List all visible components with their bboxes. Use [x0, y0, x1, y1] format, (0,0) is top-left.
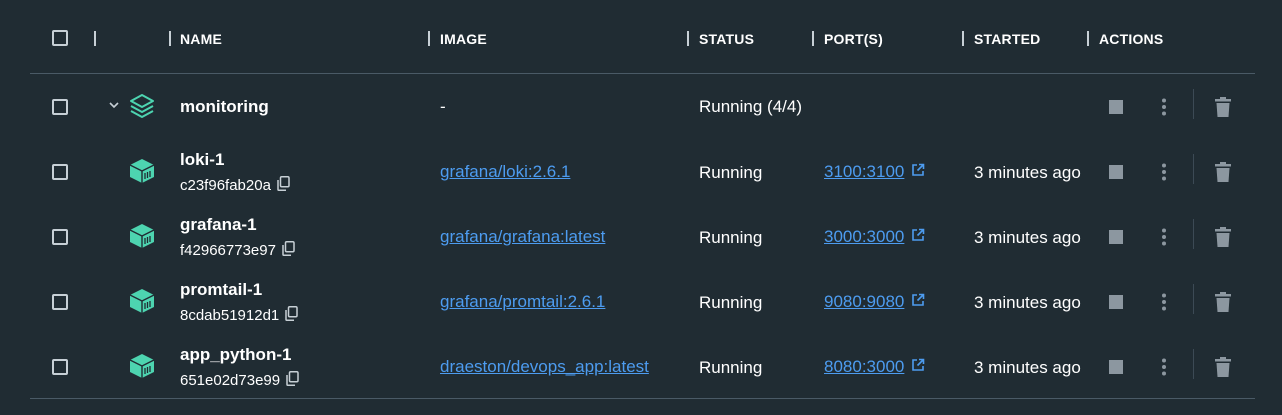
container-id-text: f42966773e97: [180, 242, 276, 259]
container-status: Running: [699, 228, 763, 247]
external-link-icon[interactable]: [911, 293, 925, 312]
table-row[interactable]: loki-1 c23f96fab20a grafana/loki:2.6.1 R…: [0, 139, 1282, 204]
external-link-icon[interactable]: [911, 358, 925, 377]
container-started: 3 minutes ago: [974, 228, 1081, 247]
trash-icon[interactable]: [1211, 290, 1235, 314]
container-id: c23f96fab20a: [180, 176, 290, 195]
actions-divider: [1193, 284, 1194, 314]
container-name[interactable]: loki-1: [180, 150, 224, 170]
table-header: NAME IMAGE STATUS PORT(S) STARTED ACTION…: [0, 0, 1282, 73]
stack-layers-icon: [128, 92, 156, 120]
container-id: 8cdab51912d1: [180, 306, 299, 325]
port-link-text[interactable]: 3000:3000: [824, 227, 904, 247]
container-started: 3 minutes ago: [974, 293, 1081, 312]
more-vertical-icon[interactable]: [1152, 95, 1176, 119]
copy-icon[interactable]: [285, 306, 299, 325]
more-vertical-icon[interactable]: [1152, 160, 1176, 184]
group-status: Running (4/4): [699, 97, 803, 116]
trash-icon[interactable]: [1211, 160, 1235, 184]
image-link[interactable]: grafana/loki:2.6.1: [440, 162, 570, 182]
column-separator[interactable]: [169, 31, 171, 46]
group-name[interactable]: monitoring: [180, 97, 269, 117]
column-separator[interactable]: [962, 31, 964, 46]
actions-divider: [1193, 89, 1194, 119]
port-link[interactable]: 9080:9080: [824, 292, 925, 312]
group-row-monitoring[interactable]: monitoring - Running (4/4): [0, 74, 1282, 139]
port-link[interactable]: 3000:3000: [824, 227, 925, 247]
copy-icon[interactable]: [286, 371, 299, 390]
port-link-text[interactable]: 9080:9080: [824, 292, 904, 312]
container-name[interactable]: grafana-1: [180, 215, 257, 235]
chevron-down-icon[interactable]: [108, 98, 122, 112]
column-separator[interactable]: [687, 31, 689, 46]
port-link[interactable]: 8080:3000: [824, 357, 925, 377]
trash-icon[interactable]: [1211, 355, 1235, 379]
column-header-actions: ACTIONS: [1099, 31, 1164, 47]
port-link[interactable]: 3100:3100: [824, 162, 925, 182]
column-header-name[interactable]: NAME: [180, 31, 222, 47]
row-checkbox[interactable]: [52, 229, 68, 245]
port-link-text[interactable]: 3100:3100: [824, 162, 904, 182]
copy-icon[interactable]: [282, 241, 295, 260]
group-image: -: [440, 97, 446, 116]
stop-icon[interactable]: [1104, 355, 1128, 379]
container-id-text: 8cdab51912d1: [180, 307, 280, 324]
container-cube-icon: [128, 157, 156, 185]
actions-divider: [1193, 219, 1194, 249]
row-checkbox[interactable]: [52, 99, 68, 115]
container-status: Running: [699, 358, 763, 377]
copy-icon[interactable]: [277, 176, 290, 195]
more-vertical-icon[interactable]: [1152, 290, 1176, 314]
container-id: f42966773e97: [180, 241, 295, 260]
container-cube-icon: [128, 222, 156, 250]
stop-icon[interactable]: [1104, 160, 1128, 184]
port-link-text[interactable]: 8080:3000: [824, 357, 904, 377]
container-started: 3 minutes ago: [974, 358, 1081, 377]
container-cube-icon: [128, 287, 156, 315]
container-id: 651e02d73e99: [180, 371, 299, 390]
select-all-checkbox[interactable]: [52, 30, 68, 46]
actions-divider: [1193, 154, 1194, 184]
column-header-image[interactable]: IMAGE: [440, 31, 487, 47]
image-link[interactable]: draeston/devops_app:latest: [440, 357, 649, 377]
column-separator[interactable]: [428, 31, 430, 46]
table-bottom-divider: [30, 398, 1255, 399]
table-row[interactable]: grafana-1 f42966773e97 grafana/grafana:l…: [0, 204, 1282, 269]
image-link[interactable]: grafana/promtail:2.6.1: [440, 292, 605, 312]
more-vertical-icon[interactable]: [1152, 225, 1176, 249]
column-separator[interactable]: [1087, 31, 1089, 46]
column-separator[interactable]: [94, 31, 96, 46]
table-row[interactable]: app_python-1 651e02d73e99 draeston/devop…: [0, 334, 1282, 399]
column-separator[interactable]: [812, 31, 814, 46]
container-id-text: 651e02d73e99: [180, 372, 281, 389]
actions-divider: [1193, 349, 1194, 379]
column-header-status[interactable]: STATUS: [699, 31, 754, 47]
column-header-started[interactable]: STARTED: [974, 31, 1040, 47]
more-vertical-icon[interactable]: [1152, 355, 1176, 379]
container-status: Running: [699, 163, 763, 182]
image-link[interactable]: grafana/grafana:latest: [440, 227, 605, 247]
stop-icon[interactable]: [1104, 225, 1128, 249]
container-name[interactable]: app_python-1: [180, 345, 291, 365]
row-checkbox[interactable]: [52, 294, 68, 310]
external-link-icon[interactable]: [911, 228, 925, 247]
container-id-text: c23f96fab20a: [180, 177, 271, 194]
row-checkbox[interactable]: [52, 359, 68, 375]
table-row[interactable]: promtail-1 8cdab51912d1 grafana/promtail…: [0, 269, 1282, 334]
container-started: 3 minutes ago: [974, 163, 1081, 182]
stop-icon[interactable]: [1104, 290, 1128, 314]
column-header-ports[interactable]: PORT(S): [824, 31, 883, 47]
external-link-icon[interactable]: [911, 163, 925, 182]
trash-icon[interactable]: [1211, 95, 1235, 119]
container-cube-icon: [128, 352, 156, 380]
stop-icon[interactable]: [1104, 95, 1128, 119]
trash-icon[interactable]: [1211, 225, 1235, 249]
row-checkbox[interactable]: [52, 164, 68, 180]
container-name[interactable]: promtail-1: [180, 280, 262, 300]
container-status: Running: [699, 293, 763, 312]
